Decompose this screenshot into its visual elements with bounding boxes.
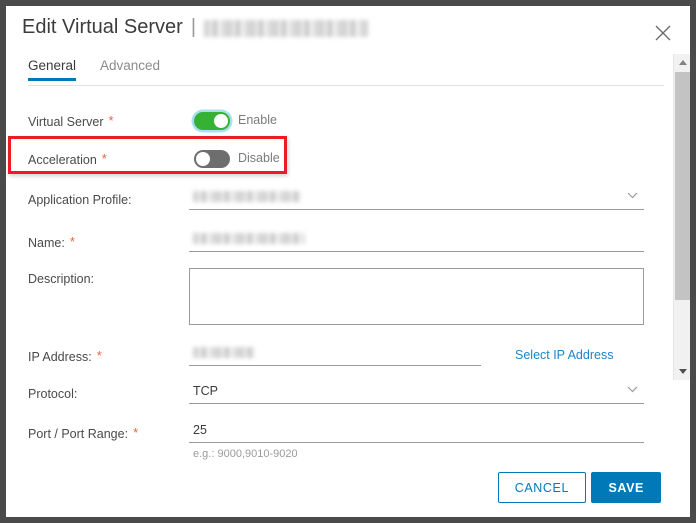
port-range-hint: e.g.: 9000,9010-9020 [193, 448, 298, 460]
application-profile-value-redacted [193, 191, 301, 202]
port-range-input[interactable]: 25 [189, 423, 644, 443]
chevron-down-icon [627, 192, 638, 199]
dialog-footer: CANCEL SAVE [6, 460, 690, 517]
ip-address-label: IP Address: * [28, 348, 102, 365]
screen-root: Edit Virtual Server | General Advanced V… [0, 0, 696, 523]
save-button[interactable]: SAVE [591, 472, 661, 503]
virtual-server-label-text: Virtual Server [28, 115, 104, 129]
dialog-title-text: Edit Virtual Server [22, 16, 183, 38]
scroll-down-arrow-icon[interactable] [674, 363, 690, 380]
tab-advanced[interactable]: Advanced [100, 58, 160, 81]
cancel-button[interactable]: CANCEL [497, 472, 586, 503]
name-value-redacted [193, 233, 305, 244]
acceleration-state-label: Disable [238, 151, 280, 165]
tab-general-label: General [28, 58, 77, 73]
ip-address-label-text: IP Address: [28, 350, 92, 364]
row-application-profile: Application Profile: [6, 188, 690, 214]
select-ip-address-link[interactable]: Select IP Address [515, 348, 613, 362]
ip-address-input[interactable] [189, 346, 481, 366]
protocol-select[interactable]: TCP [189, 384, 644, 404]
description-label: Description: [28, 272, 94, 286]
scroll-up-arrow-icon[interactable] [674, 54, 690, 71]
row-port-range: Port / Port Range: * 25 e.g.: 9000,9010-9… [6, 421, 690, 461]
scrollbar-thumb[interactable] [675, 72, 690, 300]
acceleration-label: Acceleration * [28, 151, 107, 168]
dialog-header: Edit Virtual Server | [6, 6, 690, 54]
name-required-asterisk: * [69, 234, 75, 249]
port-range-value: 25 [193, 423, 207, 437]
virtual-server-label: Virtual Server * [28, 113, 114, 130]
name-input[interactable] [189, 232, 644, 252]
port-range-required-asterisk: * [133, 425, 139, 440]
port-range-label-text: Port / Port Range: [28, 427, 129, 441]
tab-bar: General Advanced [6, 58, 690, 86]
acceleration-label-text: Acceleration [28, 153, 97, 167]
row-ip-address: IP Address: * Select IP Address [6, 344, 690, 370]
tab-advanced-label: Advanced [100, 58, 161, 73]
row-virtual-server: Virtual Server * Enable [6, 108, 690, 134]
name-label: Name: * [28, 234, 75, 251]
chevron-down-icon [627, 386, 638, 393]
acceleration-toggle[interactable] [194, 150, 230, 168]
row-description: Description: [6, 268, 690, 328]
virtual-server-state-label: Enable [238, 113, 277, 127]
virtual-server-toggle[interactable] [194, 112, 230, 130]
ip-address-value-redacted [193, 347, 255, 358]
application-profile-select[interactable] [189, 190, 644, 210]
name-label-text: Name: [28, 236, 65, 250]
port-range-label: Port / Port Range: * [28, 425, 138, 442]
row-name: Name: * [6, 230, 690, 256]
row-protocol: Protocol: TCP [6, 382, 690, 408]
application-profile-label: Application Profile: [28, 193, 132, 207]
edit-virtual-server-dialog: Edit Virtual Server | General Advanced V… [6, 6, 690, 517]
dialog-body: Virtual Server * Enable Acceleration * Dis… [6, 88, 690, 460]
dialog-title-separator: | [190, 16, 197, 38]
close-icon[interactable] [654, 24, 672, 42]
tab-general[interactable]: General [28, 58, 77, 81]
dialog-scrollbar[interactable] [673, 54, 690, 380]
acceleration-required-asterisk: * [101, 151, 107, 166]
row-acceleration: Acceleration * Disable [6, 146, 690, 172]
ip-address-required-asterisk: * [96, 348, 102, 363]
tab-divider [28, 85, 664, 86]
virtual-server-required-asterisk: * [108, 113, 114, 128]
dialog-title: Edit Virtual Server | [22, 16, 369, 39]
description-textarea[interactable] [189, 268, 644, 325]
acceleration-toggle-knob [196, 152, 210, 166]
virtual-server-toggle-knob [214, 114, 228, 128]
protocol-value: TCP [193, 384, 218, 398]
dialog-title-redacted-value [204, 20, 369, 37]
protocol-label: Protocol: [28, 387, 78, 401]
